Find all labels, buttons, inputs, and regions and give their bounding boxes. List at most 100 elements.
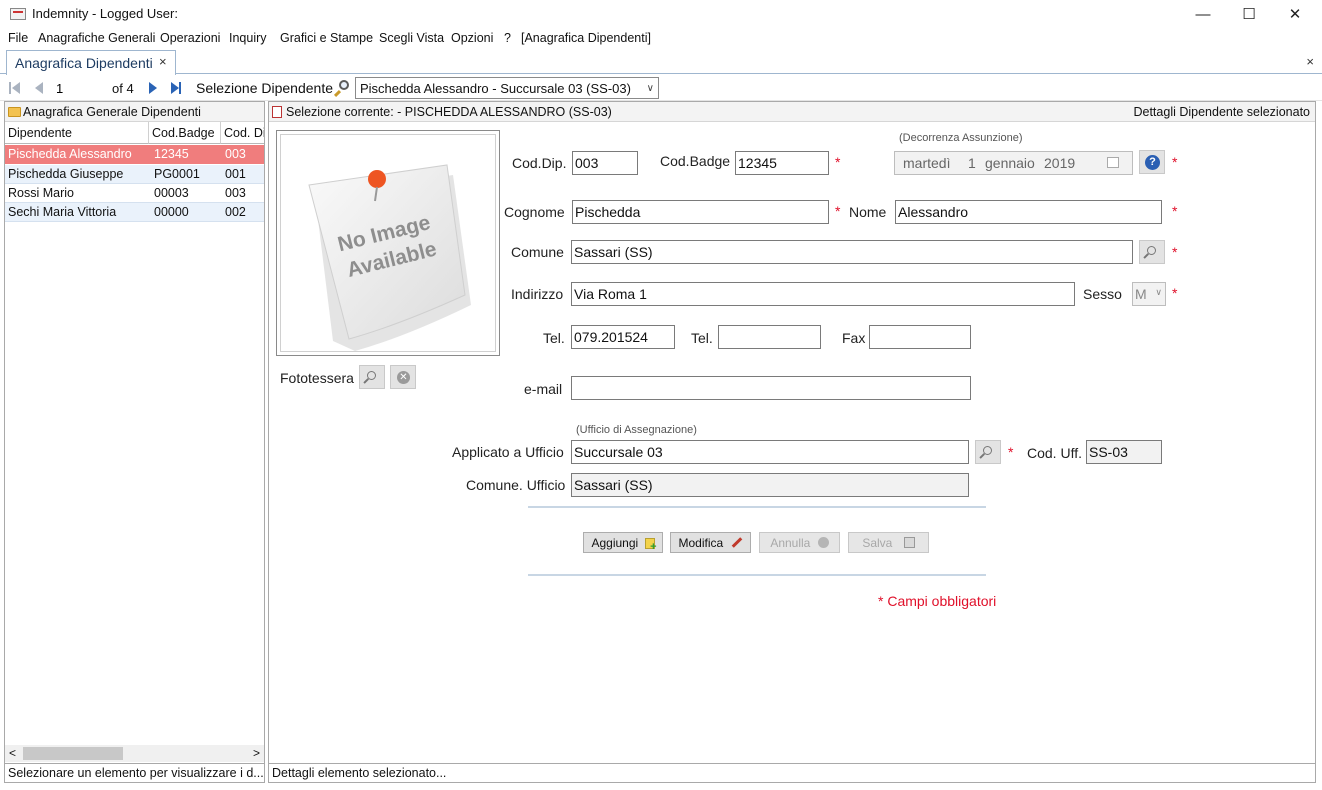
required-marker: * [835,203,841,219]
help-button[interactable]: ? [1139,150,1165,174]
magnifier-icon [1147,246,1156,255]
column-header-cod-badge[interactable]: Cod.Badge [149,122,221,144]
maximize-button[interactable]: ☐ [1226,0,1272,28]
separator-bottom [528,574,986,576]
no-image-placeholder: No Image Available [280,134,496,352]
list-panel-title: Anagrafica Generale Dipendenti [23,105,201,119]
tel2-label: Tel. [691,330,713,346]
indirizzo-field[interactable]: Via Roma 1 [571,282,1075,306]
column-header-cod-dip[interactable]: Cod. Di [221,122,264,144]
magnifier-icon [367,371,376,380]
separator-top [528,506,986,508]
sesso-label: Sesso [1083,286,1122,302]
minimize-button[interactable]: — [1180,0,1226,28]
cognome-label: Cognome [504,204,565,220]
tab-label: Anagrafica Dipendenti [15,55,153,71]
tab-anagrafica-dipendenti[interactable]: Anagrafica Dipendenti × [6,50,176,75]
required-marker: * [1172,154,1178,170]
scroll-right-icon[interactable]: > [253,746,260,760]
detail-panel-title: Dettagli Dipendente selezionato [1133,105,1310,119]
sesso-select[interactable]: M ∨ [1132,282,1166,306]
chevron-down-icon: ∨ [1155,287,1162,297]
comune-search-button[interactable] [1139,240,1165,264]
next-record-icon[interactable] [146,81,160,95]
tel2-field[interactable] [718,325,821,349]
menu-inquiry[interactable]: Inquiry [229,31,267,45]
cancel-button[interactable]: Annulla [759,532,840,553]
photo-frame: No Image Available [276,130,500,356]
record-position-input[interactable] [56,79,106,97]
employee-selector-combo[interactable]: Pischedda Alessandro - Succursale 03 (SS… [355,77,659,99]
menu-file[interactable]: File [8,31,28,45]
tel-label: Tel. [543,330,565,346]
column-header-dipendente[interactable]: Dipendente [5,122,149,144]
close-window-button[interactable]: ✕ [1272,0,1318,28]
ufficio-search-button[interactable] [975,440,1001,464]
menu-anagrafica-dipendenti[interactable]: [Anagrafica Dipendenti] [521,31,651,45]
select-employee-label: Selezione Dipendente [196,80,333,96]
fax-field[interactable] [869,325,971,349]
last-record-icon[interactable] [169,81,183,95]
add-button[interactable]: Aggiungi + [583,532,663,553]
nome-field[interactable]: Alessandro [895,200,1162,224]
sesso-value: M [1135,286,1147,302]
date-weekday: martedì [903,155,951,171]
floppy-disk-icon [903,537,915,548]
comune-field[interactable]: Sassari (SS) [571,240,1133,264]
table-row[interactable]: Rossi Mario 00003 003 [5,184,264,203]
cod-badge-field[interactable]: 12345 [735,151,829,175]
date-year: 2019 [1044,155,1076,171]
cognome-field[interactable]: Pischedda [572,200,829,224]
fax-label: Fax [842,330,866,346]
close-all-tabs-icon[interactable]: × [1306,54,1314,69]
document-tab-strip: Anagrafica Dipendenti × × [0,50,1322,75]
employee-list-panel: Anagrafica Generale Dipendenti Dipendent… [4,101,265,783]
list-status-bar: Selezionare un elemento per visualizzare… [5,763,264,782]
scrollbar-thumb[interactable] [23,747,123,760]
email-field[interactable] [571,376,971,400]
cod-uff-field: SS-03 [1086,440,1162,464]
photo-browse-button[interactable] [359,365,385,389]
detail-status-bar: Dettagli elemento selezionato... [269,763,1315,782]
cod-dip-field[interactable]: 003 [572,151,638,175]
fototessera-label: Fototessera [280,370,354,386]
ufficio-caption: (Ufficio di Assegnazione) [576,424,697,436]
search-icon[interactable] [333,79,351,98]
previous-record-icon[interactable] [32,81,46,95]
ufficio-field[interactable]: Succursale 03 [571,440,969,464]
menu-help[interactable]: ? [504,31,511,45]
ufficio-label: Applicato a Ufficio [452,444,564,460]
menu-grafici-stampe[interactable]: Grafici e Stampe [280,31,373,45]
record-count: of 4 [112,81,134,96]
edit-button[interactable]: Modifica [670,532,751,553]
indirizzo-label: Indirizzo [511,286,564,302]
clear-icon: ✕ [397,371,410,384]
comune-label: Comune [511,244,564,260]
date-day: 1 [968,155,976,171]
tab-close-icon[interactable]: × [159,54,167,69]
required-marker: * [1008,444,1014,460]
first-record-icon[interactable] [8,81,22,95]
menu-operazioni[interactable]: Operazioni [160,31,220,45]
menu-opzioni[interactable]: Opzioni [451,31,493,45]
table-row[interactable]: Sechi Maria Vittoria 00000 002 [5,203,264,222]
calendar-icon[interactable] [1107,157,1119,168]
required-marker: * [1172,203,1178,219]
chevron-down-icon[interactable]: ∨ [647,83,654,94]
scroll-left-icon[interactable]: < [9,746,16,760]
menu-scegli-vista[interactable]: Scegli Vista [379,31,444,45]
hire-date-picker[interactable]: martedì 1 gennaio 2019 [894,151,1133,175]
required-fields-note: * Campi obbligatori [878,593,997,609]
table-row-selected[interactable]: Pischedda Alessandro 12345 003 [5,145,264,164]
horizontal-scrollbar[interactable]: < > [5,745,264,762]
tel-field[interactable]: 079.201524 [571,325,675,349]
photo-clear-button[interactable]: ✕ [390,365,416,389]
pencil-icon [731,537,742,548]
window-title: Indemnity - Logged User: [32,6,178,21]
current-selection-label: Selezione corrente: - PISCHEDDA ALESSAND… [286,105,612,119]
table-row[interactable]: Pischedda Giuseppe PG0001 001 [5,165,264,184]
save-button[interactable]: Salva [848,532,929,553]
menu-anagrafiche-generali[interactable]: Anagrafiche Generali [38,31,155,45]
title-bar: Indemnity - Logged User: — ☐ ✕ [0,0,1322,28]
magnifier-icon [983,446,992,455]
